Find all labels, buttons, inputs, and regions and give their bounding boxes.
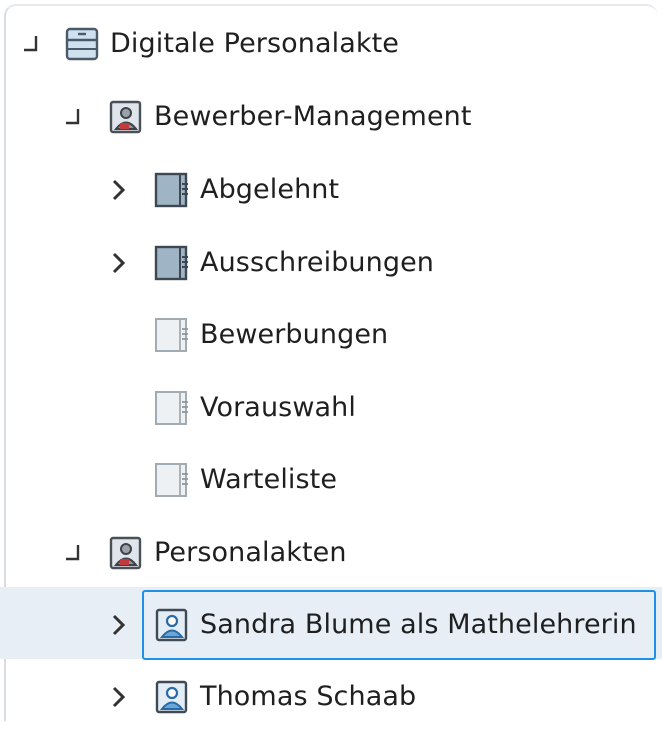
collapse-icon[interactable] xyxy=(20,32,42,56)
tree-item-label: Warteliste xyxy=(200,464,338,495)
tree-item-abgelehnt[interactable]: Abgelehnt xyxy=(0,154,662,226)
cabinet-icon xyxy=(64,26,100,62)
expand-chevron-icon[interactable] xyxy=(108,251,130,275)
collapse-icon[interactable] xyxy=(62,105,84,129)
register-empty-icon xyxy=(154,390,190,426)
register-icon xyxy=(154,172,190,208)
tree-item-thomas-schaab[interactable]: Thomas Schaab xyxy=(0,661,662,733)
person-file-icon xyxy=(154,607,190,643)
collapse-icon[interactable] xyxy=(62,541,84,565)
register-empty-icon xyxy=(154,317,190,353)
tree-item-vorauswahl[interactable]: Vorauswahl xyxy=(0,372,662,444)
expand-chevron-icon[interactable] xyxy=(108,178,130,202)
tree-item-label: Vorauswahl xyxy=(200,392,356,423)
tree-item-bewerber-management[interactable]: Bewerber-Management xyxy=(0,81,662,153)
person-folder-icon xyxy=(108,535,144,571)
expand-chevron-icon[interactable] xyxy=(108,613,130,637)
tree-item-sandra-blume[interactable]: Sandra Blume als Mathelehrerin xyxy=(0,587,662,660)
expand-chevron-icon[interactable] xyxy=(108,685,130,709)
tree-item-label: Personalakten xyxy=(154,537,347,568)
tree-item-label: Sandra Blume als Mathelehrerin xyxy=(200,609,637,640)
person-file-icon xyxy=(154,679,190,715)
register-icon xyxy=(154,245,190,281)
tree-item-label: Ausschreibungen xyxy=(200,247,435,278)
tree-item-label: Abgelehnt xyxy=(200,174,340,205)
tree-item-label: Digitale Personalakte xyxy=(110,28,400,59)
tree-item-label: Thomas Schaab xyxy=(200,681,417,712)
tree-item-label: Bewerber-Management xyxy=(154,101,472,132)
person-folder-icon xyxy=(108,99,144,135)
tree-item-ausschreibungen[interactable]: Ausschreibungen xyxy=(0,227,662,299)
register-empty-icon xyxy=(154,462,190,498)
tree-item-personalakten[interactable]: Personalakten xyxy=(0,517,662,589)
tree-item-bewerbungen[interactable]: Bewerbungen xyxy=(0,299,662,371)
tree-item-digitale-personalakte[interactable]: Digitale Personalakte xyxy=(0,8,662,80)
tree-item-warteliste[interactable]: Warteliste xyxy=(0,444,662,516)
tree-item-label: Bewerbungen xyxy=(200,319,389,350)
